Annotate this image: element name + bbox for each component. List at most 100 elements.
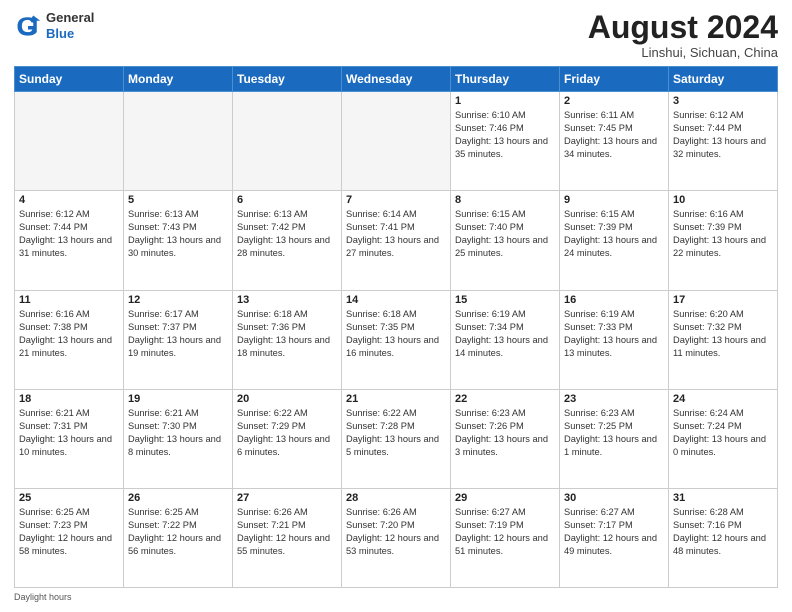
day-info: Sunrise: 6:18 AMSunset: 7:35 PMDaylight:… [346,308,446,360]
table-row: 18Sunrise: 6:21 AMSunset: 7:31 PMDayligh… [15,389,124,488]
table-row [15,92,124,191]
day-info: Sunrise: 6:14 AMSunset: 7:41 PMDaylight:… [346,208,446,260]
day-info: Sunrise: 6:27 AMSunset: 7:17 PMDaylight:… [564,506,664,558]
day-number: 25 [19,492,119,504]
table-row: 24 Sunrise: 6:24 AMSunset: 7:24 PMDayligh… [669,389,778,488]
day-number: 19 [128,393,228,405]
day-number: 1 [455,95,555,107]
day-info: Sunrise: 6:23 AMSunset: 7:25 PMDaylight:… [564,407,664,459]
day-info: Sunrise: 6:26 AMSunset: 7:20 PMDaylight:… [346,506,446,558]
table-row: 6 Sunrise: 6:13 AMSunset: 7:42 PMDaylight… [233,191,342,290]
day-number: 4 [19,194,119,206]
day-info: Sunrise: 6:26 AMSunset: 7:21 PMDaylight:… [237,506,337,558]
calendar-week-row: 18Sunrise: 6:21 AMSunset: 7:31 PMDayligh… [15,389,778,488]
table-row: 22 Sunrise: 6:23 AMSunset: 7:26 PMDayligh… [451,389,560,488]
day-number: 27 [237,492,337,504]
col-monday: Monday [124,67,233,92]
day-number: 16 [564,294,664,306]
day-number: 21 [346,393,446,405]
day-info: Sunrise: 6:19 AMSunset: 7:34 PMDaylight:… [455,308,555,360]
day-info: Sunrise: 6:16 AMSunset: 7:38 PMDaylight:… [19,308,119,360]
day-info: Sunrise: 6:12 AMSunset: 7:44 PMDaylight:… [19,208,119,260]
table-row: 5Sunrise: 6:13 AMSunset: 7:43 PMDaylight… [124,191,233,290]
day-info: Sunrise: 6:13 AMSunset: 7:42 PMDaylight:… [237,208,337,260]
day-info: Sunrise: 6:25 AMSunset: 7:22 PMDaylight:… [128,506,228,558]
day-number: 8 [455,194,555,206]
footer-note: Daylight hours [14,592,778,602]
table-row: 21 Sunrise: 6:22 AMSunset: 7:28 PMDayligh… [342,389,451,488]
day-number: 5 [128,194,228,206]
day-number: 13 [237,294,337,306]
table-row [233,92,342,191]
day-number: 12 [128,294,228,306]
day-info: Sunrise: 6:28 AMSunset: 7:16 PMDaylight:… [673,506,773,558]
day-number: 30 [564,492,664,504]
day-info: Sunrise: 6:12 AMSunset: 7:44 PMDaylight:… [673,109,773,161]
table-row: 10Sunrise: 6:16 AMSunset: 7:39 PMDayligh… [669,191,778,290]
title-block: August 2024 Linshui, Sichuan, China [588,10,778,60]
table-row: 30 Sunrise: 6:27 AMSunset: 7:17 PMDayligh… [560,488,669,587]
day-info: Sunrise: 6:19 AMSunset: 7:33 PMDaylight:… [564,308,664,360]
day-info: Sunrise: 6:15 AMSunset: 7:39 PMDaylight:… [564,208,664,260]
table-row: 20 Sunrise: 6:22 AMSunset: 7:29 PMDayligh… [233,389,342,488]
day-number: 28 [346,492,446,504]
day-info: Sunrise: 6:21 AMSunset: 7:30 PMDaylight:… [128,407,228,459]
table-row: 17Sunrise: 6:20 AMSunset: 7:32 PMDayligh… [669,290,778,389]
table-row: 13 Sunrise: 6:18 AMSunset: 7:36 PMDayligh… [233,290,342,389]
table-row: 28 Sunrise: 6:26 AMSunset: 7:20 PMDayligh… [342,488,451,587]
col-friday: Friday [560,67,669,92]
day-info: Sunrise: 6:18 AMSunset: 7:36 PMDaylight:… [237,308,337,360]
day-info: Sunrise: 6:24 AMSunset: 7:24 PMDaylight:… [673,407,773,459]
logo-icon [14,12,42,40]
day-number: 11 [19,294,119,306]
day-info: Sunrise: 6:27 AMSunset: 7:19 PMDaylight:… [455,506,555,558]
table-row: 26 Sunrise: 6:25 AMSunset: 7:22 PMDayligh… [124,488,233,587]
logo: General Blue [14,10,94,41]
day-info: Sunrise: 6:22 AMSunset: 7:29 PMDaylight:… [237,407,337,459]
day-number: 17 [673,294,773,306]
page: General Blue August 2024 Linshui, Sichua… [0,0,792,612]
table-row: 3 Sunrise: 6:12 AMSunset: 7:44 PMDaylight… [669,92,778,191]
col-sunday: Sunday [15,67,124,92]
table-row: 25 Sunrise: 6:25 AMSunset: 7:23 PMDayligh… [15,488,124,587]
table-row: 1Sunrise: 6:10 AMSunset: 7:46 PMDaylight… [451,92,560,191]
table-row: 8 Sunrise: 6:15 AMSunset: 7:40 PMDaylight… [451,191,560,290]
day-info: Sunrise: 6:16 AMSunset: 7:39 PMDaylight:… [673,208,773,260]
day-number: 24 [673,393,773,405]
table-row: 14 Sunrise: 6:18 AMSunset: 7:35 PMDayligh… [342,290,451,389]
day-number: 9 [564,194,664,206]
table-row: 2Sunrise: 6:11 AMSunset: 7:45 PMDaylight… [560,92,669,191]
day-number: 14 [346,294,446,306]
table-row: 11 Sunrise: 6:16 AMSunset: 7:38 PMDayligh… [15,290,124,389]
calendar-header-row: Sunday Monday Tuesday Wednesday Thursday… [15,67,778,92]
day-info: Sunrise: 6:22 AMSunset: 7:28 PMDaylight:… [346,407,446,459]
logo-text: General Blue [46,10,94,41]
col-thursday: Thursday [451,67,560,92]
calendar-week-row: 11 Sunrise: 6:16 AMSunset: 7:38 PMDayligh… [15,290,778,389]
day-info: Sunrise: 6:15 AMSunset: 7:40 PMDaylight:… [455,208,555,260]
day-info: Sunrise: 6:25 AMSunset: 7:23 PMDaylight:… [19,506,119,558]
daylight-hours-label: Daylight hours [14,592,72,602]
col-saturday: Saturday [669,67,778,92]
logo-blue: Blue [46,26,94,42]
day-number: 26 [128,492,228,504]
day-number: 3 [673,95,773,107]
table-row: 29 Sunrise: 6:27 AMSunset: 7:19 PMDayligh… [451,488,560,587]
col-wednesday: Wednesday [342,67,451,92]
calendar-week-row: 4 Sunrise: 6:12 AMSunset: 7:44 PMDaylight… [15,191,778,290]
day-number: 29 [455,492,555,504]
day-number: 6 [237,194,337,206]
col-tuesday: Tuesday [233,67,342,92]
day-number: 22 [455,393,555,405]
calendar-table: Sunday Monday Tuesday Wednesday Thursday… [14,66,778,588]
day-number: 18 [19,393,119,405]
day-number: 7 [346,194,446,206]
day-number: 23 [564,393,664,405]
table-row: 4 Sunrise: 6:12 AMSunset: 7:44 PMDaylight… [15,191,124,290]
location: Linshui, Sichuan, China [588,45,778,60]
table-row: 15Sunrise: 6:19 AMSunset: 7:34 PMDayligh… [451,290,560,389]
logo-general: General [46,10,94,26]
table-row: 27 Sunrise: 6:26 AMSunset: 7:21 PMDayligh… [233,488,342,587]
day-number: 20 [237,393,337,405]
day-info: Sunrise: 6:23 AMSunset: 7:26 PMDaylight:… [455,407,555,459]
